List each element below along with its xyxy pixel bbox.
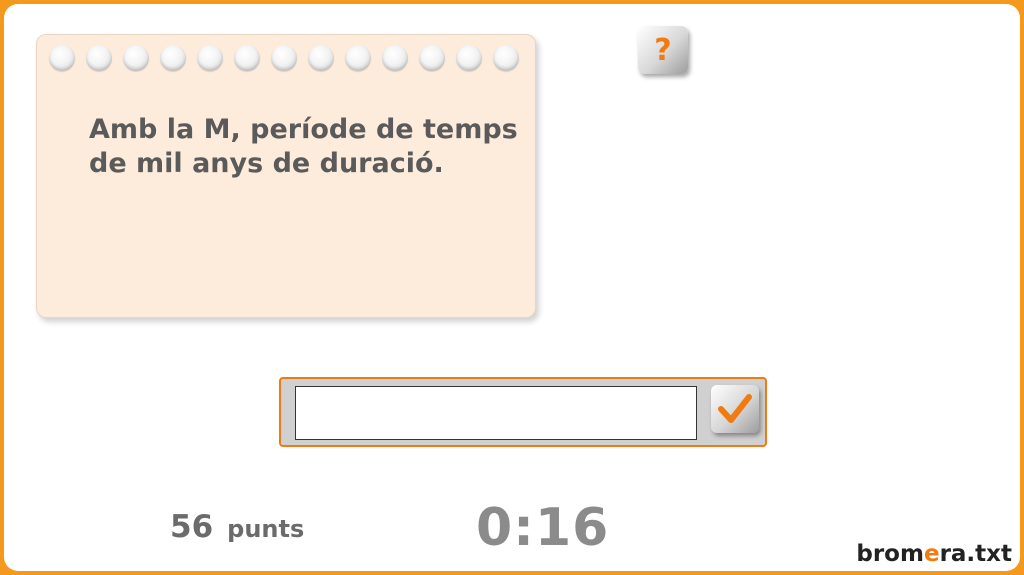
game-frame: Amb la M, període de temps de mil anys d…	[4, 4, 1020, 571]
notebook-hole	[456, 45, 482, 71]
brand-text: brom	[856, 541, 924, 567]
notebook-hole	[160, 45, 186, 71]
clue-card: Amb la M, període de temps de mil anys d…	[36, 34, 536, 318]
score: 56 punts	[170, 509, 304, 545]
brand-logo: bromera.txt	[856, 541, 1012, 567]
question-mark-icon: ?	[654, 32, 672, 68]
answer-input[interactable]	[295, 386, 697, 440]
notebook-hole	[493, 45, 519, 71]
notebook-hole	[234, 45, 260, 71]
notebook-hole	[419, 45, 445, 71]
notebook-hole	[86, 45, 112, 71]
notebook-hole	[308, 45, 334, 71]
brand-accent: e	[923, 541, 940, 567]
clue-line: Amb la M, període de temps	[89, 114, 518, 145]
notebook-hole	[123, 45, 149, 71]
clue-line: de mil anys de duració.	[89, 148, 444, 179]
notebook-hole	[49, 45, 75, 71]
notebook-hole	[197, 45, 223, 71]
score-value: 56	[170, 509, 214, 545]
help-button[interactable]: ?	[638, 26, 688, 74]
notebook-hole	[271, 45, 297, 71]
timer: 0:16	[476, 498, 610, 558]
clue-text: Amb la M, període de temps de mil anys d…	[89, 113, 519, 181]
brand-text: ra.txt	[939, 541, 1012, 567]
notebook-hole	[345, 45, 371, 71]
notebook-hole	[382, 45, 408, 71]
submit-button[interactable]	[711, 385, 759, 433]
score-label: punts	[227, 515, 305, 543]
checkmark-icon	[718, 394, 752, 423]
answer-bar	[279, 377, 767, 447]
